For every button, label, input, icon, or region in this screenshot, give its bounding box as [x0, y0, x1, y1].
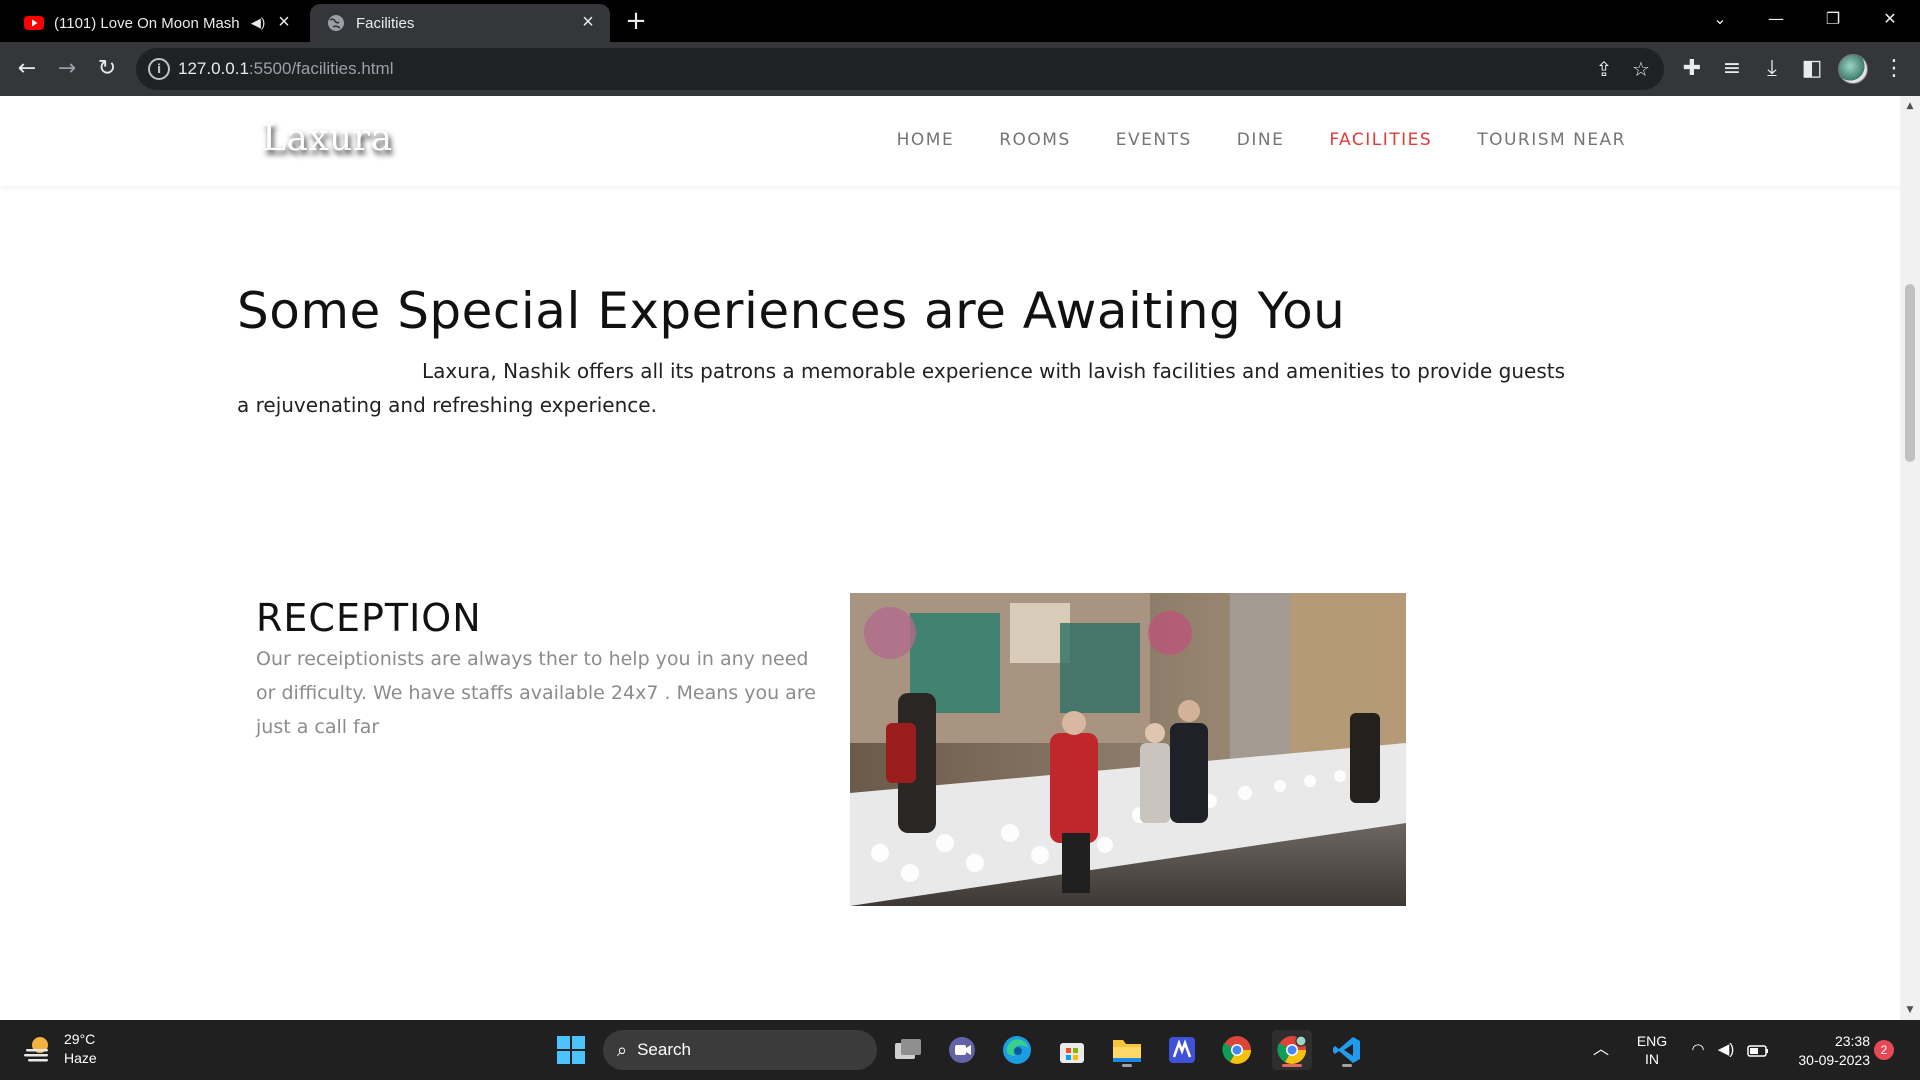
reload-button[interactable]: ↻: [91, 53, 123, 85]
nav-events[interactable]: EVENTS: [1116, 130, 1192, 150]
clock-date: 30-09-2023: [1798, 1052, 1870, 1068]
tab-search-icon[interactable]: ⌄: [1692, 0, 1748, 38]
download-icon[interactable]: ⤓: [1756, 53, 1788, 85]
language-indicator[interactable]: ENG IN: [1628, 1020, 1676, 1080]
nav-tourism-near[interactable]: TOURISM NEAR: [1477, 130, 1626, 150]
extensions-icon[interactable]: ✚: [1676, 53, 1708, 85]
bookmark-star-icon[interactable]: ☆: [1629, 57, 1653, 81]
url-text: 127.0.0.1:5500/facilities.html: [178, 59, 394, 78]
search-icon: ⌕: [617, 1039, 628, 1060]
nav-rooms[interactable]: ROOMS: [999, 130, 1071, 150]
reception-photo: [850, 593, 1406, 906]
app-m-icon[interactable]: [1162, 1030, 1202, 1070]
close-tab-icon[interactable]: ×: [272, 11, 296, 35]
site-logo[interactable]: Laxura: [262, 118, 393, 159]
tab-youtube[interactable]: (1101) Love On Moon Mash ◀) ×: [8, 4, 306, 42]
browser-toolbar: ← → ↻ i 127.0.0.1:5500/facilities.html ⇪…: [0, 42, 1920, 96]
teams-chat-icon[interactable]: [942, 1030, 982, 1070]
tab-title: (1101) Love On Moon Mash: [54, 14, 240, 32]
web-page: Laxura HOME ROOMS EVENTS DINE FACILITIES…: [0, 96, 1920, 1020]
youtube-icon: [24, 13, 44, 33]
weather-condition: Haze: [64, 1050, 97, 1066]
task-view-icon[interactable]: [888, 1030, 928, 1070]
windows-taskbar: 29°C Haze ⌕ Search ︿ ENG IN ◠ ◀) 23:38 3…: [0, 1020, 1920, 1080]
close-window-button[interactable]: ✕: [1862, 0, 1918, 38]
edge-icon[interactable]: [997, 1030, 1037, 1070]
microsoft-store-icon[interactable]: [1052, 1030, 1092, 1070]
section-title-reception: RECEPTION: [256, 596, 482, 640]
chrome-icon[interactable]: [1217, 1030, 1257, 1070]
weather-temp: 29°C: [64, 1031, 96, 1047]
globe-icon: [326, 13, 346, 33]
tab-title: Facilities: [356, 14, 415, 32]
address-bar[interactable]: i 127.0.0.1:5500/facilities.html ⇪ ☆: [136, 48, 1664, 90]
nav-facilities[interactable]: FACILITIES: [1329, 130, 1432, 150]
taskbar-search[interactable]: ⌕ Search: [603, 1030, 877, 1070]
volume-icon[interactable]: ◀): [1714, 1020, 1738, 1080]
clock-time: 23:38: [1834, 1033, 1870, 1049]
scroll-down-icon[interactable]: ▼: [1900, 1002, 1920, 1018]
haze-weather-icon: [24, 1037, 48, 1062]
profile-avatar[interactable]: [1838, 54, 1868, 84]
notification-badge[interactable]: 2: [1874, 1040, 1894, 1060]
main-menu: HOME ROOMS EVENTS DINE FACILITIES TOURIS…: [852, 130, 1626, 150]
restore-button[interactable]: ❐: [1805, 0, 1861, 38]
page-heading: Some Special Experiences are Awaiting Yo…: [237, 282, 1346, 340]
battery-icon[interactable]: [1744, 1020, 1772, 1080]
back-button[interactable]: ←: [11, 53, 43, 85]
tab-facilities[interactable]: Facilities ×: [310, 4, 610, 42]
weather-widget[interactable]: 29°C Haze: [22, 1030, 97, 1068]
close-tab-icon[interactable]: ×: [576, 11, 600, 35]
new-tab-button[interactable]: +: [620, 6, 652, 38]
wifi-icon[interactable]: ◠: [1686, 1020, 1710, 1080]
browser-tab-strip: (1101) Love On Moon Mash ◀) × Facilities…: [0, 0, 1920, 42]
intro-paragraph: Laxura, Nashik offers all its patrons a …: [237, 359, 1566, 417]
windows-logo-icon: [557, 1036, 585, 1064]
vscode-icon[interactable]: [1327, 1030, 1367, 1070]
speaker-icon[interactable]: ◀): [248, 15, 268, 31]
side-panel-icon[interactable]: ◧: [1796, 53, 1828, 85]
start-button[interactable]: [551, 1030, 591, 1070]
scroll-up-icon[interactable]: ▲: [1900, 98, 1920, 114]
share-icon[interactable]: ⇪: [1592, 57, 1616, 81]
minimize-button[interactable]: —: [1748, 0, 1804, 38]
page-scrollbar[interactable]: ▲ ▼: [1900, 96, 1920, 1020]
site-navbar: Laxura HOME ROOMS EVENTS DINE FACILITIES…: [0, 96, 1900, 186]
section-text-reception: Our receiptionists are always ther to he…: [256, 648, 816, 738]
clock[interactable]: 23:38 30-09-2023: [1780, 1020, 1870, 1080]
site-info-icon[interactable]: i: [148, 58, 170, 80]
media-control-icon[interactable]: ≡: [1716, 53, 1748, 85]
show-hidden-icons-chevron-icon[interactable]: ︿: [1586, 1020, 1616, 1080]
screen: (1101) Love On Moon Mash ◀) × Facilities…: [0, 0, 1920, 1080]
chrome-profile-icon[interactable]: [1272, 1030, 1312, 1070]
forward-button[interactable]: →: [51, 53, 83, 85]
nav-home[interactable]: HOME: [897, 130, 955, 150]
menu-kebab-icon[interactable]: ⋮: [1878, 53, 1910, 85]
nav-dine[interactable]: DINE: [1237, 130, 1285, 150]
search-label: Search: [637, 1040, 691, 1059]
file-explorer-icon[interactable]: [1107, 1030, 1147, 1070]
scroll-thumb[interactable]: [1905, 284, 1915, 462]
